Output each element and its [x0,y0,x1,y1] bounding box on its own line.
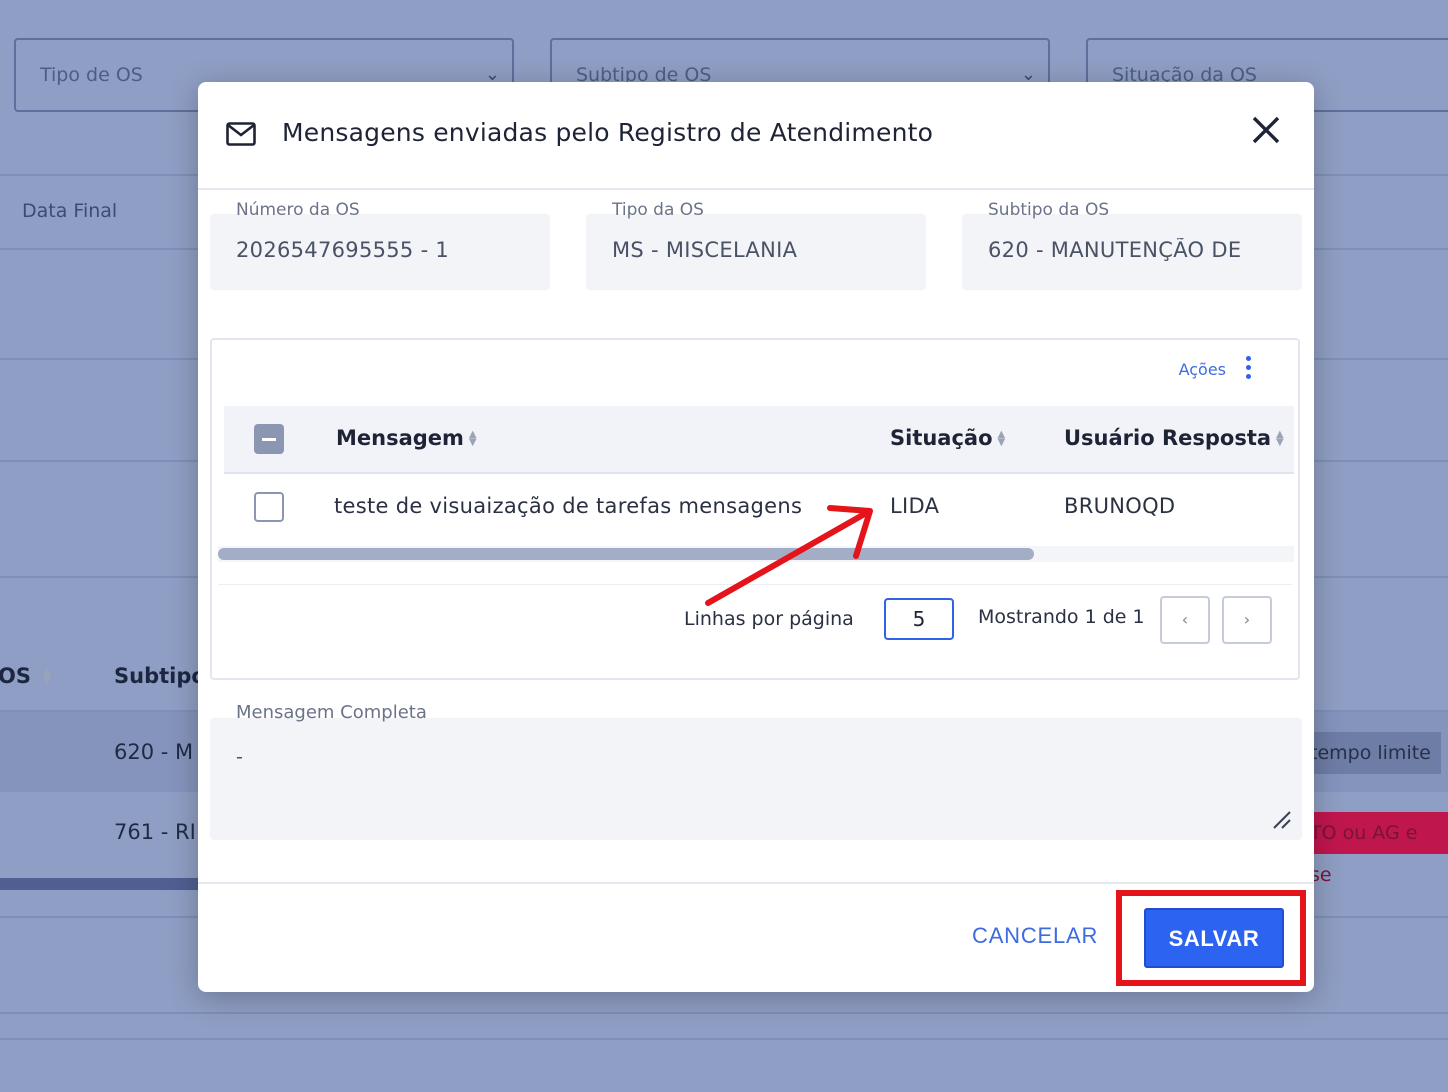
mail-icon [226,122,256,146]
more-vertical-icon[interactable] [1242,354,1254,384]
subtipo-os-label: Subtipo da OS [988,200,1110,220]
divider [0,1012,1448,1014]
numero-os-field: Número da OS 2026547695555 - 1 [210,200,550,290]
status-badge: TO ou AG e se [1300,812,1448,886]
rows-per-page-input[interactable]: 5 [884,598,954,640]
mensagem-completa-value: - [236,746,243,768]
rows-per-page-label: Linhas por página [684,608,854,630]
table-cell-subtipo: 620 - M [114,740,194,764]
tipo-os-label: Tipo da OS [612,200,704,220]
status-badge-text: TO ou AG e se [1310,822,1418,886]
chevron-left-icon: ‹ [1181,610,1189,629]
divider [0,1038,1448,1040]
column-header-label: Situação [890,426,993,450]
subtipo-os-value: 620 - MANUTENÇÃO DE [988,238,1242,262]
cell-situacao: LIDA [890,494,940,518]
status-badge: tempo limite [1300,732,1441,774]
sort-icon: ▲ ▼ [43,667,51,686]
subtipo-os-field: Subtipo da OS 620 - MANUTENÇÃO DE [962,200,1302,290]
horizontal-scrollbar[interactable] [218,546,1294,562]
acoes-link[interactable]: Ações [1179,360,1226,379]
cell-usuario-resposta: BRUNOQD [1064,494,1176,518]
table-header-subtipo[interactable]: Subtipo [114,664,206,688]
dialog-header: Mensagens enviadas pelo Registro de Aten… [198,82,1314,190]
table-header-os[interactable]: OS ▲ ▼ [0,664,51,688]
cancel-button[interactable]: CANCELAR [958,908,1112,964]
chevron-right-icon: › [1243,610,1251,629]
table-cell-subtipo: 761 - RI [114,820,196,844]
data-final-label: Data Final [22,200,118,222]
scrollbar[interactable] [0,878,200,890]
pagination-info: Mostrando 1 de 1 [978,606,1145,628]
select-all-checkbox[interactable] [254,424,284,454]
next-page-button[interactable]: › [1222,596,1272,644]
save-button[interactable]: SALVAR [1144,908,1284,968]
sort-icon: ▲ ▼ [997,429,1006,448]
divider [198,882,1314,884]
column-header-label: Mensagem [336,426,464,450]
column-header-label: Usuário Resposta [1064,426,1272,450]
scrollbar-thumb[interactable] [218,548,1034,560]
column-header-mensagem[interactable]: Mensagem ▲ ▼ [336,426,477,450]
cell-mensagem: teste de visuaização de tarefas mensagen… [334,494,803,518]
divider [218,584,1292,585]
status-badge-text: tempo limite [1310,742,1431,764]
table-row[interactable]: teste de visuaização de tarefas mensagen… [224,474,1294,542]
mensagem-completa-label: Mensagem Completa [236,702,427,723]
resize-handle-icon[interactable] [1270,808,1292,830]
sort-icon: ▲ ▼ [468,429,477,448]
table-header-os-label: OS [0,664,31,688]
numero-os-label: Número da OS [236,200,360,220]
sort-icon: ▲ ▼ [1276,429,1284,448]
messages-table-card: Ações Mensagem ▲ ▼ Situação ▲ ▼ Usuário Resp… [210,338,1300,680]
row-checkbox[interactable] [254,492,284,522]
column-header-usuario-resposta[interactable]: Usuário Resposta ▲ ▼ [1064,426,1284,450]
tipo-os-value: MS - MISCELANIA [612,238,798,262]
filter-tipo-os-label: Tipo de OS [40,64,143,86]
close-icon[interactable] [1246,110,1286,150]
numero-os-value: 2026547695555 - 1 [236,238,450,262]
dialog-title: Mensagens enviadas pelo Registro de Aten… [282,118,934,147]
messages-dialog: Mensagens enviadas pelo Registro de Aten… [198,82,1314,992]
tipo-os-field: Tipo da OS MS - MISCELANIA [586,200,926,290]
table-header: Mensagem ▲ ▼ Situação ▲ ▼ Usuário Resposta ▲ ▼ [224,406,1294,474]
column-header-situacao[interactable]: Situação ▲ ▼ [890,426,1005,450]
mensagem-completa-textarea[interactable]: - [210,718,1302,840]
previous-page-button[interactable]: ‹ [1160,596,1210,644]
